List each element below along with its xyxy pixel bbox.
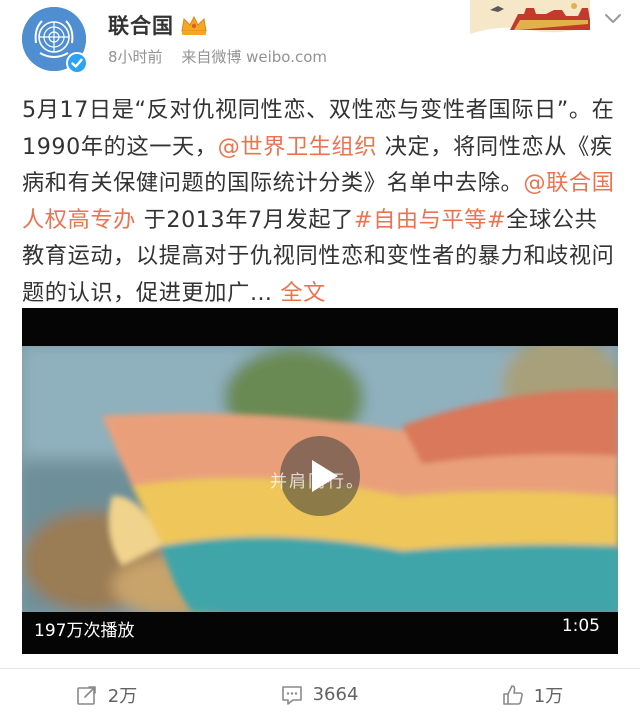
vip-crown-icon[interactable] [180, 14, 208, 36]
hashtag-free-equal[interactable]: #自由与平等# [354, 207, 506, 233]
full-text-link[interactable]: 全文 [280, 280, 326, 306]
post-meta: 8小时前 来自微博 weibo.com [108, 46, 341, 67]
account-name-row: 联合国 [108, 10, 208, 40]
video-caption: 并肩同行。 [270, 472, 365, 492]
great-wall-decoration-icon [470, 0, 590, 34]
verified-badge-icon [66, 52, 88, 74]
comment-button[interactable]: 3664 [213, 669, 426, 720]
post-source[interactable]: 来自微博 weibo.com [181, 48, 327, 66]
action-bar: 2万 3664 1万 [0, 669, 640, 720]
post-body: 5月17日是“反对仇视同性恋、双性恋与变性者国际日”。在1990年的这一天，@世… [22, 92, 620, 311]
thumbs-up-icon [502, 684, 523, 705]
repost-button[interactable]: 2万 [0, 669, 213, 720]
like-button[interactable]: 1万 [426, 669, 639, 720]
play-count: 197万次播放 [34, 621, 135, 641]
account-name[interactable]: 联合国 [108, 10, 174, 40]
post-header: 联合国 8小时前 来自微博 weibo.com [0, 0, 640, 90]
chevron-down-icon[interactable] [604, 12, 622, 26]
video-player[interactable]: 并肩同行。 197万次播放 1:05 [22, 308, 618, 654]
post-text-part: 于2013年7月发起了 [135, 206, 354, 233]
video-duration: 1:05 [561, 616, 600, 636]
post-time: 8小时前 [108, 48, 163, 66]
comment-count: 3664 [312, 684, 359, 705]
repost-count: 2万 [107, 685, 138, 707]
comment-icon [281, 685, 302, 705]
like-count: 1万 [533, 685, 564, 707]
mention-who[interactable]: @世界卫生组织 [218, 134, 378, 160]
repost-icon [76, 685, 96, 705]
